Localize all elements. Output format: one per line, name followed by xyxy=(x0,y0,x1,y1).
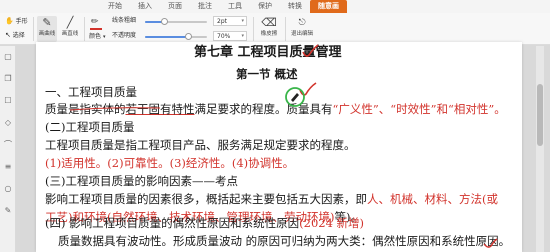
opacity-slider[interactable] xyxy=(145,33,207,40)
toolbar-divider xyxy=(253,17,254,41)
layers-icon[interactable]: ≡ xyxy=(3,162,13,172)
paragraph-quality-definition: 质量是指实体的若干固有特性满足要求的程度。质量具有“广义性”、“时效性”和“相对… xyxy=(45,102,506,116)
tag-icon[interactable]: ◇ xyxy=(3,118,13,128)
eraser-button[interactable]: ⌫ 橡皮擦 xyxy=(258,16,280,42)
color-dropdown[interactable]: 颜色 ▾ xyxy=(89,33,105,41)
heading-engineering-quality: (二)工程项目质量 xyxy=(45,120,135,134)
chevron-down-icon: ▾ xyxy=(102,34,106,40)
select-tool-label: 选择 xyxy=(12,32,25,39)
line-weight-slider[interactable] xyxy=(145,18,207,25)
signature-icon[interactable]: ✎ xyxy=(3,206,13,216)
menu-bar: 开始 插入 页面 批注 工具 保护 转换 随意画 xyxy=(0,0,550,13)
paragraph-influencing-factors: 影响工程项目质量的因素很多，概括起来主要包括五大因素，即人、机械、材料、方法(或 xyxy=(45,192,498,206)
chevron-down-icon: ▾ xyxy=(241,33,244,39)
line-icon: ╱ xyxy=(66,16,74,29)
pen-icon: ✏ xyxy=(91,17,99,27)
eraser-label: 橡皮擦 xyxy=(260,31,278,37)
draw-line-button[interactable]: ╱ 画直线 xyxy=(60,16,80,42)
line-weight-label: 线条粗细 xyxy=(112,17,137,24)
text-segment: (四) 影响工程项目质量的偶然性原因和系统性原因 xyxy=(45,216,300,230)
opacity-slider-fill xyxy=(145,36,189,38)
tab-freehand[interactable]: 随意画 xyxy=(310,0,347,13)
pen-color-swatch[interactable]: ✏ xyxy=(89,17,103,30)
cursor-icon: ↖ xyxy=(5,31,11,39)
search-icon[interactable]: ○ xyxy=(3,184,13,194)
exit-edit-label: 退出编辑 xyxy=(290,31,313,37)
text-segment: 质量是指实体的 xyxy=(45,102,126,116)
heading-influencing-factors: (三)工程项目质量的影响因素——考点 xyxy=(45,174,238,188)
menu-tabs: 开始 插入 页面 批注 工具 保护 转换 随意画 xyxy=(100,0,347,13)
line-weight-slider-knob[interactable] xyxy=(160,18,168,25)
quality-attributes-list: (1)适用性。(2)可靠性。(3)经济性。(4)协调性。 xyxy=(45,156,295,170)
text-segment: 满足要求的程度。质量具有 xyxy=(194,102,333,116)
attachment-icon[interactable]: ⌒ xyxy=(3,140,13,150)
line-weight-value-field[interactable]: 2pt ▾ xyxy=(213,16,247,26)
thumbnails-icon[interactable]: ▢ xyxy=(3,52,13,62)
toolbar-divider xyxy=(33,17,34,41)
freehand-toolbar: ✋ 手形 ↖ 选择 ✎ 画曲线 ╱ 画直线 ✏ 颜色 ▾ 线条粗细 2pt ▾ … xyxy=(0,13,550,45)
tab-insert[interactable]: 插入 xyxy=(130,0,160,13)
section-title: 第一节 概述 xyxy=(236,67,298,81)
opacity-value: 70% xyxy=(217,33,231,40)
draw-curve-label: 画曲线 xyxy=(38,31,56,37)
bookmark-icon[interactable]: ❐ xyxy=(3,74,13,84)
toolbar-divider xyxy=(285,17,286,41)
curve-pen-icon: ✎ xyxy=(42,16,52,29)
draw-line-label: 画直线 xyxy=(61,31,79,37)
tab-protect[interactable]: 保护 xyxy=(250,0,280,13)
select-tool-button[interactable]: ↖ 选择 xyxy=(5,31,25,40)
tab-start[interactable]: 开始 xyxy=(100,0,130,13)
opacity-value-field[interactable]: 70% ▾ xyxy=(213,31,247,41)
heading-random-systematic-causes: (四) 影响工程项目质量的偶然性原因和系统性原因(2024 新增) xyxy=(45,216,364,230)
comment-icon[interactable]: ☐ xyxy=(3,96,13,106)
hand-tool-button[interactable]: ✋ 手形 xyxy=(5,17,28,26)
underlined-text: 若干固有特性 xyxy=(125,102,195,116)
opacity-label: 不透明度 xyxy=(112,32,137,39)
pen-color-bar xyxy=(90,28,102,30)
scrollbar-thumb[interactable] xyxy=(537,84,543,146)
opacity-slider-knob[interactable] xyxy=(185,33,193,40)
new-2024-tag: (2024 新增) xyxy=(299,216,365,230)
draw-curve-button[interactable]: ✎ 画曲线 xyxy=(37,16,57,42)
tab-tools[interactable]: 工具 xyxy=(220,0,250,13)
color-label: 颜色 xyxy=(89,33,102,40)
hand-tool-label: 手形 xyxy=(15,18,28,25)
eraser-icon: ⌫ xyxy=(261,16,277,29)
left-sidebar: ▢ ❐ ☐ ◇ ⌒ ≡ ○ ✎ xyxy=(0,46,16,252)
hand-icon: ✋ xyxy=(5,17,14,25)
paragraph-engineering-quality: 工程项目质量是指工程项目产品、服务满足规定要求的程度。 xyxy=(45,138,356,152)
tab-page[interactable]: 页面 xyxy=(160,0,190,13)
exit-icon: ⎋ xyxy=(298,18,306,28)
chapter-title: 第七章 工程项目质量管理 xyxy=(194,45,342,60)
chevron-down-icon: ▾ xyxy=(241,18,244,24)
heading-project-quality: 一、工程项目质量 xyxy=(45,85,137,99)
text-segment: 影响工程项目质量的因素很多，概括起来主要包括五大因素，即 xyxy=(45,192,367,206)
paragraph-quality-fluctuation: 质量数据具有波动性。形成质量波动 的原因可归纳为两大类：偶然性原因和系统性原因。 xyxy=(58,234,511,248)
tab-convert[interactable]: 转换 xyxy=(280,0,310,13)
highlighted-text: “广义性”、“时效性”和“相对性”。 xyxy=(332,102,506,116)
vertical-scrollbar[interactable] xyxy=(536,46,544,252)
tab-comment[interactable]: 批注 xyxy=(190,0,220,13)
line-weight-value: 2pt xyxy=(217,18,227,25)
highlighted-text: 人、机械、材料、方法(或 xyxy=(367,192,498,206)
toolbar-divider xyxy=(84,17,85,41)
exit-edit-button[interactable]: ⎋ 退出编辑 xyxy=(289,16,315,42)
